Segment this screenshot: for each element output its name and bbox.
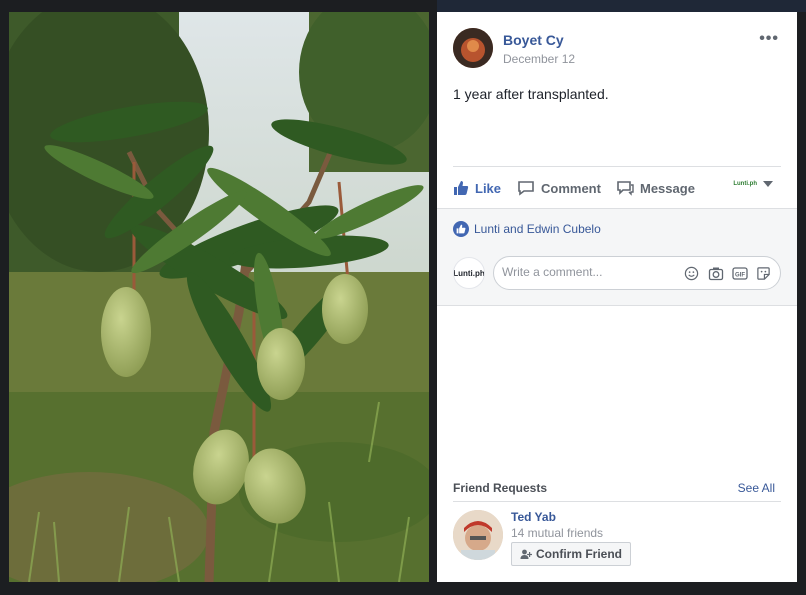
comment-input[interactable] [502,265,672,279]
friend-request-item: Ted Yab 14 mutual friends Confirm Friend [453,508,781,572]
confirm-friend-button[interactable]: Confirm Friend [511,542,631,566]
comment-button[interactable]: Comment [517,179,601,197]
reactors-names[interactable]: Lunti and Edwin Cubelo [474,222,601,236]
author-name[interactable]: Boyet Cy [503,32,564,48]
see-all-link[interactable]: See All [738,481,775,495]
post-photo[interactable] [9,12,429,582]
emoji-icon[interactable] [683,265,700,282]
comment-tools: GIF [683,265,772,282]
message-button[interactable]: Message [616,179,695,197]
like-button[interactable]: Like [453,179,501,197]
post-actions: Like Comment Message Lunti.ph [453,166,781,208]
post-text: 1 year after transplanted. [453,86,609,102]
requester-avatar-image [453,510,503,560]
friend-requests-section: Friend Requests See All Ted Yab 14 mutua… [453,478,781,572]
like-reaction-icon [453,221,469,237]
add-friend-icon [520,549,532,559]
page-avatar: Lunti.ph [453,257,485,289]
post-header: Boyet Cy December 12 ••• [453,28,781,68]
author-avatar[interactable] [453,28,493,68]
like-label: Like [475,180,502,196]
mango-tree-photo [9,12,429,582]
reactions-summary[interactable]: Lunti and Edwin Cubelo [453,221,601,237]
gif-icon[interactable]: GIF [731,265,748,282]
requester-name[interactable]: Ted Yab [511,510,556,524]
comment-label: Comment [541,180,601,196]
post-sidebar: Boyet Cy December 12 ••• 1 year after tr… [437,12,797,582]
camera-icon[interactable] [707,265,724,282]
comment-composer: Lunti.ph GIF [453,256,781,290]
top-nav-strip [437,0,806,12]
page-avatar-label: Lunti.ph [453,268,485,278]
thumbs-up-icon [454,181,469,195]
chevron-down-icon [763,181,773,187]
svg-text:GIF: GIF [735,273,745,279]
post-date[interactable]: December 12 [503,52,575,66]
comment-box: GIF [493,256,781,290]
friend-requests-title: Friend Requests [453,481,548,495]
requester-avatar[interactable] [453,510,503,560]
message-label: Message [640,180,695,196]
confirm-friend-label: Confirm Friend [536,547,622,561]
more-options-icon[interactable]: ••• [759,30,779,48]
mutual-friends-count[interactable]: 14 mutual friends [511,526,603,540]
friend-requests-header: Friend Requests See All [453,478,781,502]
sticker-icon[interactable] [755,265,772,282]
page-identity-selector[interactable]: Lunti.ph [733,181,773,187]
page-logo: Lunti.ph [733,181,757,187]
message-icon [617,181,634,196]
author-avatar-image [453,28,493,68]
comment-icon [518,181,534,196]
